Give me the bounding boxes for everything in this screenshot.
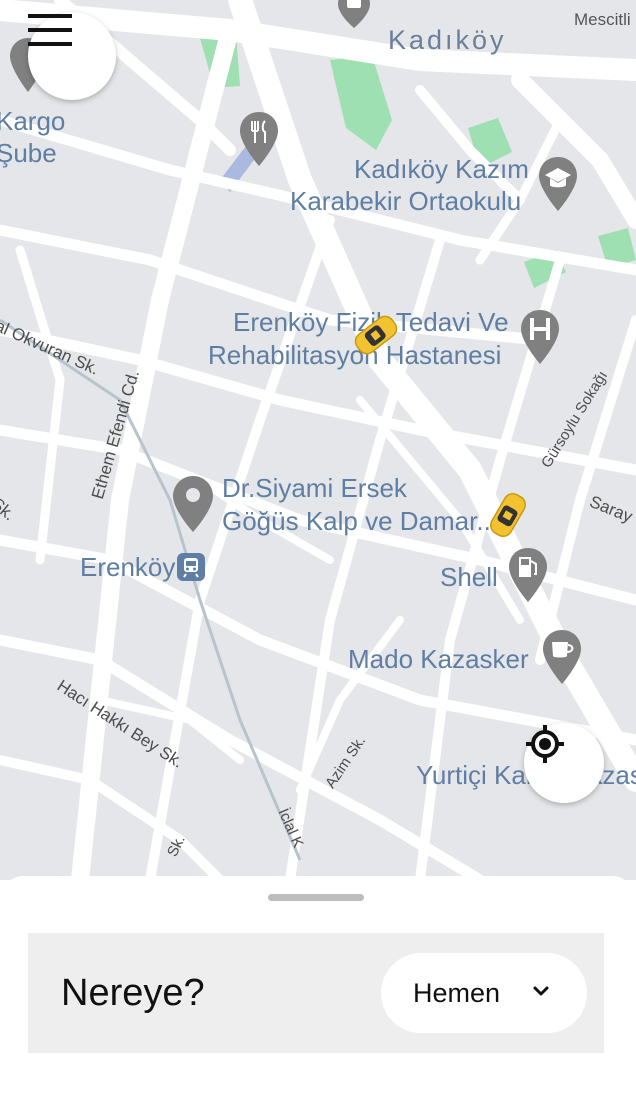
drag-handle[interactable] [268, 894, 364, 901]
train-station-icon[interactable] [177, 553, 205, 581]
area-label-kadikoy: Kadıköy [388, 25, 507, 55]
poi-label-clinic-line2: Göğüs Kalp ve Damar... [222, 506, 499, 536]
my-location-button[interactable] [524, 723, 604, 803]
restaurant-pin-icon[interactable] [238, 110, 280, 168]
area-label-mescitli: Mescitli [574, 10, 631, 29]
poi-label-fuel: Shell [440, 562, 498, 592]
bottom-sheet: Nereye? Hemen [0, 876, 636, 1104]
poi-label-cafe: Mado Kazasker [348, 644, 529, 674]
destination-search-bar[interactable]: Nereye? Hemen [28, 933, 604, 1053]
my-location-icon [526, 725, 564, 763]
menu-button[interactable] [28, 12, 116, 100]
poi-label-school-line1: Kadıköy Kazım [354, 154, 529, 184]
poi-label-clinic-line1: Dr.Siyami Ersek [222, 473, 407, 503]
poi-label-kargo-line1: Kargo [0, 106, 66, 136]
ride-time-selector[interactable]: Hemen [381, 953, 587, 1033]
destination-prompt: Nereye? [61, 971, 205, 1014]
map-view[interactable]: Kadıköy Mescitli Kargo Şube Kadıköy Kazı… [0, 0, 636, 880]
chevron-down-icon [533, 986, 549, 996]
location-pin-icon[interactable] [171, 474, 215, 534]
ride-time-label: Hemen [413, 977, 501, 1008]
school-pin-icon[interactable] [537, 155, 579, 213]
poi-label-school-line2: Karabekir Ortaokulu [290, 186, 522, 216]
cafe-pin-icon[interactable] [541, 628, 583, 686]
poi-label-station: Erenköy [80, 552, 176, 582]
pin-top-icon[interactable] [336, 0, 372, 30]
hamburger-menu-icon [28, 14, 72, 46]
hospital-pin-icon[interactable] [519, 308, 561, 366]
gas-station-pin-icon[interactable] [507, 546, 549, 604]
poi-label-kargo-line2: Şube [0, 138, 57, 168]
